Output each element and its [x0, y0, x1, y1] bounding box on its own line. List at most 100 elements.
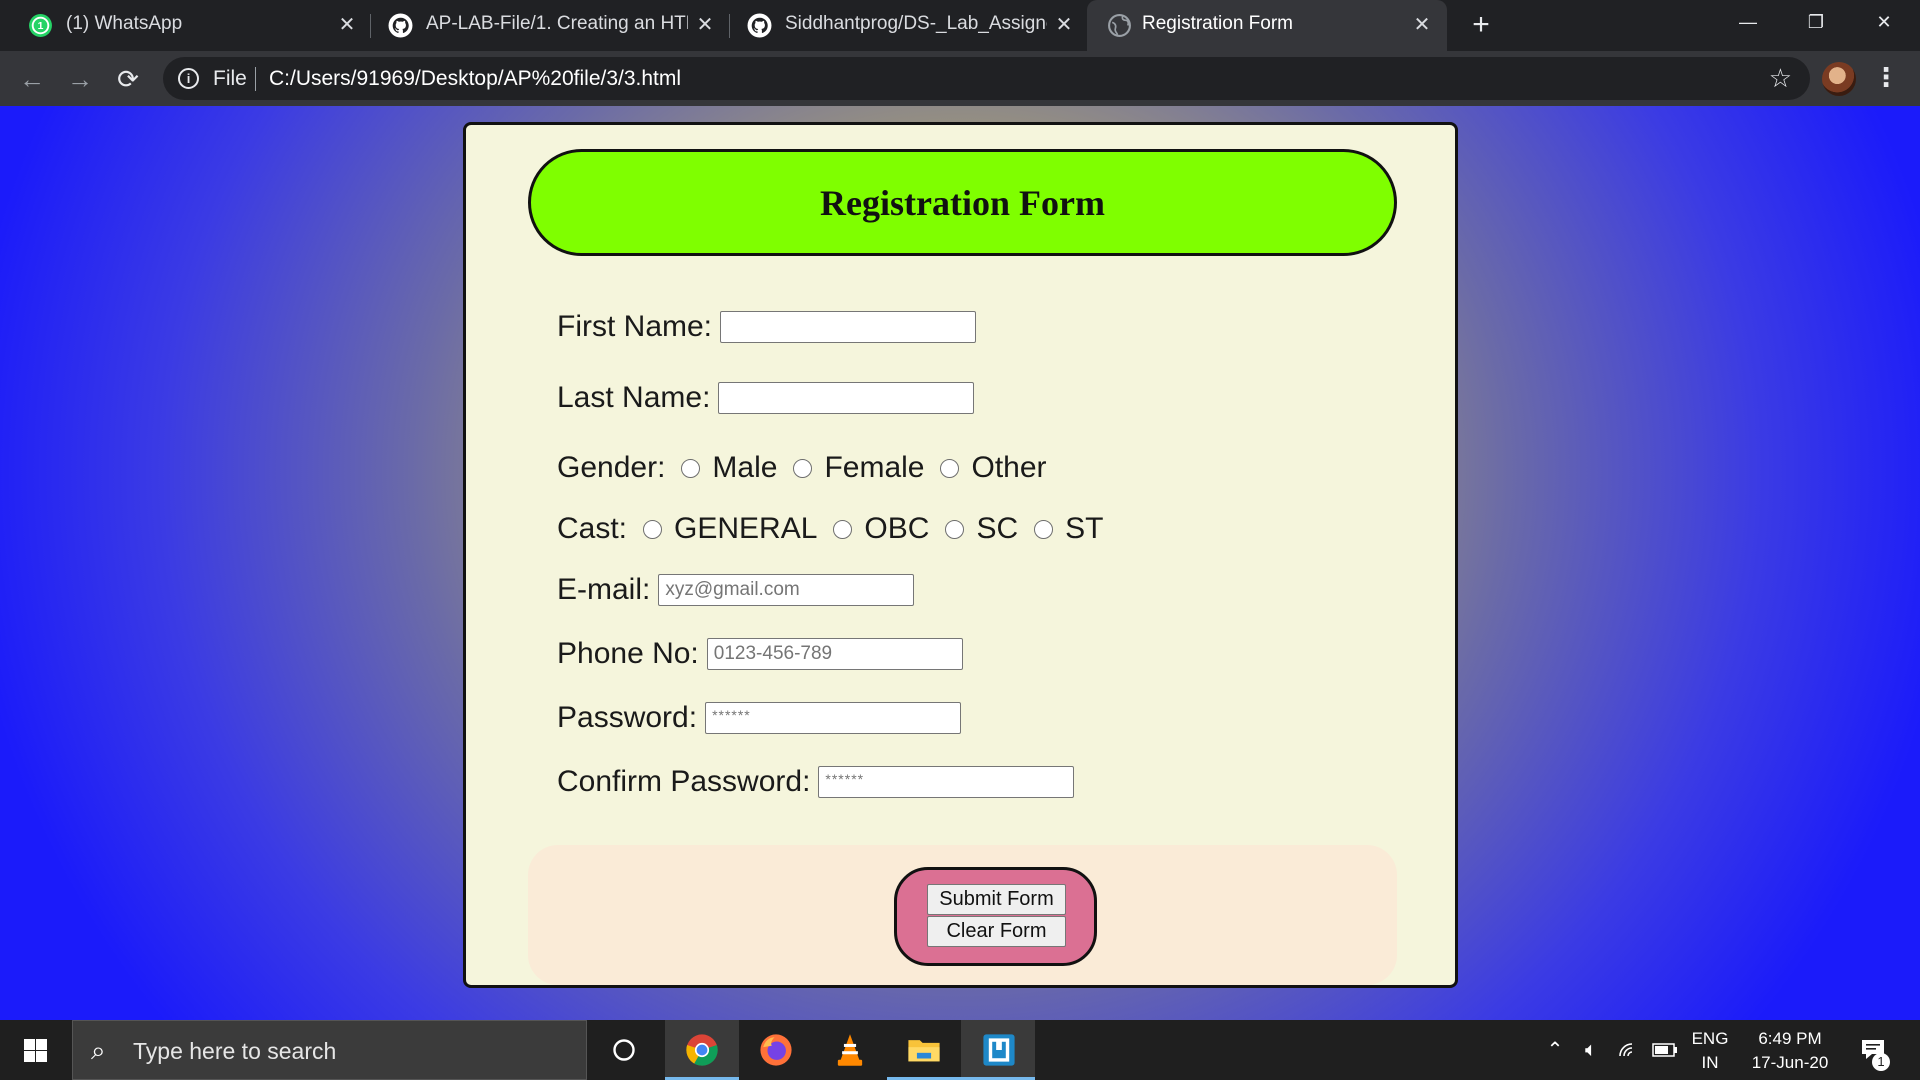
reload-button[interactable]: ⟳: [111, 62, 145, 96]
password-input[interactable]: ******: [705, 702, 962, 734]
start-button[interactable]: [0, 1020, 72, 1080]
first-name-input[interactable]: [720, 311, 977, 343]
tab-close-icon[interactable]: ✕: [334, 12, 360, 38]
notification-count-badge: 1: [1872, 1053, 1890, 1071]
taskbar-file-explorer[interactable]: [887, 1020, 961, 1080]
windows-taskbar: ⌕ Type here to search ⌃ 🔈︎ ENG IN 6:49 P…: [0, 1020, 1920, 1080]
phone-input[interactable]: 0123-456-789: [706, 638, 963, 670]
cast-radio-obc[interactable]: [833, 519, 853, 539]
close-window-button[interactable]: ✕: [1850, 0, 1918, 44]
gender-option-label: Male: [712, 451, 778, 484]
language-indicator[interactable]: ENG IN: [1685, 1020, 1735, 1080]
cast-option-label: SC: [976, 512, 1019, 545]
cast-option-label: OBC: [864, 512, 930, 545]
chevron-up-icon: ⌃: [1546, 1039, 1564, 1061]
bookmark-star-icon[interactable]: ☆: [1769, 63, 1792, 94]
registration-form-card: Registration Form First Name: Last Name:…: [463, 122, 1458, 988]
last-name-label: Last Name:: [557, 381, 711, 414]
browser-tab-strip: 1 (1) WhatsApp ✕ AP-LAB-File/1. Creating…: [0, 0, 1920, 51]
taskbar-chrome[interactable]: [665, 1020, 739, 1080]
restore-icon: ❐: [1807, 12, 1825, 32]
tab-close-icon[interactable]: ✕: [1409, 12, 1435, 38]
tab-close-icon[interactable]: ✕: [692, 12, 718, 38]
minimize-button[interactable]: —: [1714, 0, 1782, 44]
confirm-password-input[interactable]: ******: [818, 766, 1075, 798]
tab-github-ap-lab[interactable]: AP-LAB-File/1. Creating an HTML ✕: [360, 0, 728, 51]
tab-registration-form[interactable]: Registration Form ✕: [1087, 0, 1447, 51]
taskbar-firefox[interactable]: [739, 1020, 813, 1080]
divider: [255, 67, 256, 91]
battery-button[interactable]: [1650, 1020, 1680, 1080]
phone-label: Phone No:: [557, 637, 699, 670]
arrow-left-icon: ←: [19, 64, 45, 94]
clock[interactable]: 6:49 PM 17-Jun-20: [1740, 1020, 1840, 1080]
clock-time: 6:49 PM: [1758, 1029, 1822, 1048]
cortana-button[interactable]: [587, 1020, 661, 1080]
battery-icon: [1652, 1043, 1677, 1057]
search-icon: ⌕: [91, 1035, 106, 1065]
speaker-icon: 🔈︎: [1585, 1039, 1597, 1061]
gender-option-label: Female: [824, 451, 925, 484]
tab-title: Registration Form: [1142, 13, 1293, 34]
address-bar[interactable]: i File C:/Users/91969/Desktop/AP%20file/…: [163, 57, 1810, 100]
password-row: Password: ******: [557, 701, 962, 735]
new-tab-button[interactable]: +: [1466, 10, 1496, 40]
network-button[interactable]: [1614, 1020, 1644, 1080]
gender-radio-female[interactable]: [793, 458, 813, 478]
vlc-icon: [837, 1034, 863, 1066]
first-name-label: First Name:: [557, 310, 713, 343]
taskbar-app[interactable]: [961, 1020, 1035, 1080]
region-code: IN: [1701, 1053, 1719, 1072]
search-placeholder: Type here to search: [133, 1038, 337, 1064]
tab-title: AP-LAB-File/1. Creating an HTML: [426, 13, 688, 34]
gender-row: Gender: Male Female Other: [557, 451, 1047, 485]
submit-button[interactable]: Submit Form: [927, 884, 1066, 915]
back-button[interactable]: ←: [15, 62, 49, 96]
email-label: E-mail:: [557, 573, 651, 606]
tab-github-ds-lab[interactable]: Siddhantprog/DS-_Lab_Assignem ✕: [719, 0, 1087, 51]
tab-whatsapp[interactable]: 1 (1) WhatsApp ✕: [0, 0, 368, 51]
cast-row: Cast: GENERAL OBC SC ST: [557, 512, 1103, 546]
app-icon: [983, 1034, 1015, 1066]
gender-option-label: Other: [971, 451, 1047, 484]
form-heading-banner: Registration Form: [528, 149, 1397, 256]
tab-close-icon[interactable]: ✕: [1051, 12, 1077, 38]
kebab-menu-icon: ⋮: [1873, 62, 1899, 92]
folder-icon: [908, 1040, 940, 1062]
github-icon: [747, 13, 772, 38]
last-name-input[interactable]: [718, 382, 975, 414]
taskbar-vlc[interactable]: [813, 1020, 887, 1080]
cortana-icon: [613, 1039, 635, 1061]
restore-button[interactable]: ❐: [1782, 0, 1850, 44]
profile-avatar[interactable]: [1822, 62, 1856, 96]
url-text[interactable]: C:/Users/91969/Desktop/AP%20file/3/3.htm…: [269, 67, 681, 91]
cast-option-label: GENERAL: [674, 512, 818, 545]
confirm-password-row: Confirm Password: ******: [557, 765, 1075, 799]
action-center-button[interactable]: 1: [1852, 1020, 1896, 1080]
page-viewport: Registration Form First Name: Last Name:…: [0, 106, 1920, 1020]
last-name-row: Last Name:: [557, 381, 975, 415]
form-heading: Registration Form: [820, 182, 1105, 223]
reload-icon: ⟳: [117, 64, 139, 94]
clear-button[interactable]: Clear Form: [927, 916, 1066, 947]
show-hidden-icons-button[interactable]: ⌃: [1540, 1020, 1570, 1080]
gender-label: Gender:: [557, 451, 666, 484]
github-icon: [388, 13, 413, 38]
email-input[interactable]: xyz@gmail.com: [658, 574, 915, 606]
cast-radio-general[interactable]: [643, 519, 663, 539]
cast-radio-sc[interactable]: [945, 519, 965, 539]
taskbar-search-box[interactable]: ⌕ Type here to search: [72, 1020, 587, 1080]
forward-button[interactable]: →: [63, 62, 97, 96]
language-code: ENG: [1691, 1029, 1729, 1048]
gender-radio-male[interactable]: [681, 458, 701, 478]
wifi-icon: [1619, 1043, 1633, 1057]
gender-radio-other[interactable]: [940, 458, 960, 478]
cast-radio-st[interactable]: [1034, 519, 1054, 539]
arrow-right-icon: →: [67, 64, 93, 94]
info-icon[interactable]: i: [178, 68, 199, 89]
email-row: E-mail: xyz@gmail.com: [557, 573, 915, 607]
volume-button[interactable]: 🔈︎: [1576, 1020, 1606, 1080]
chrome-icon: [686, 1034, 718, 1066]
tab-title: Siddhantprog/DS-_Lab_Assignem: [785, 13, 1047, 34]
browser-menu-button[interactable]: ⋮: [1872, 62, 1900, 96]
